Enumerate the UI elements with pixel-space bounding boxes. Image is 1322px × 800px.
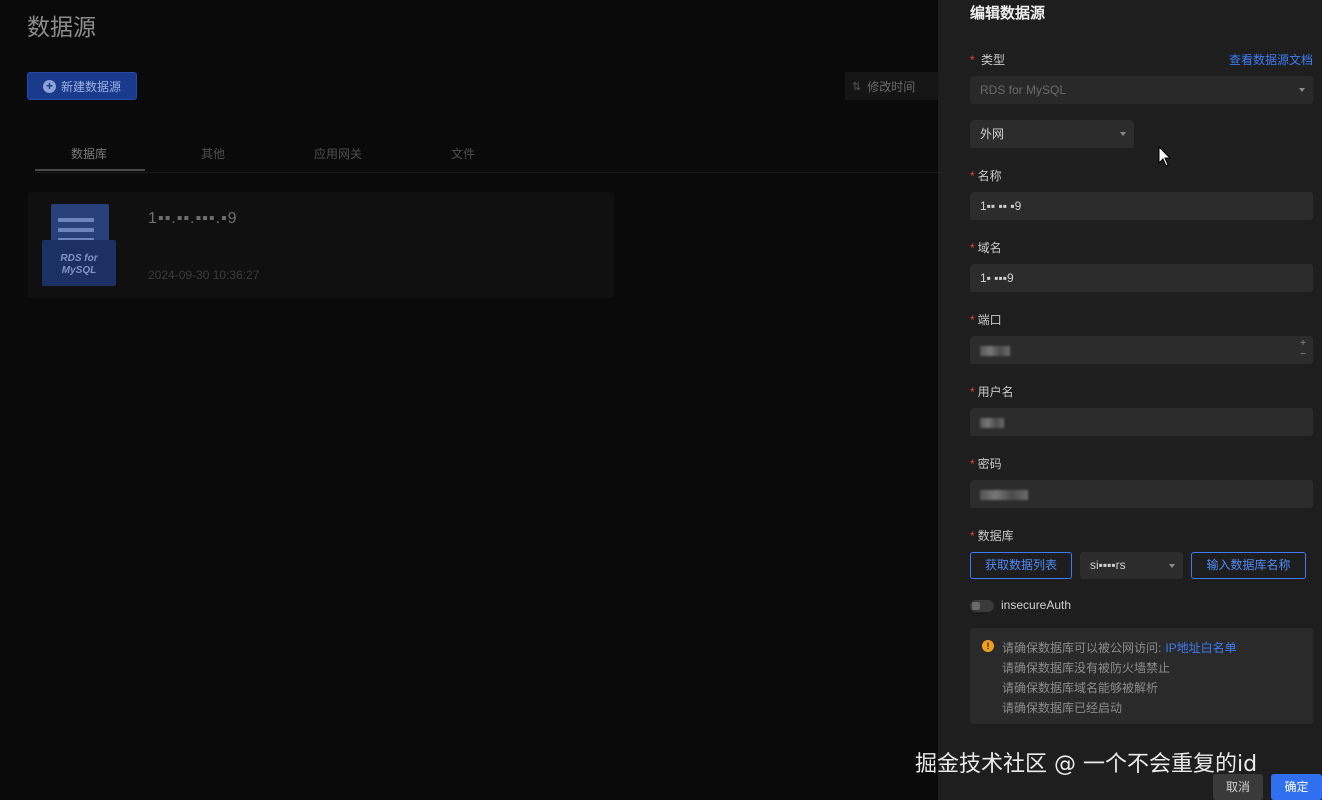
page-title: 数据源 [27, 14, 96, 40]
new-datasource-label: 新建数据源 [60, 79, 121, 94]
datasource-card[interactable]: RDS for MySQL 1▪▪.▪▪.▪▪▪.▪9 2024-09-30 1… [28, 192, 614, 298]
port-input[interactable]: + − [970, 336, 1313, 364]
database-select[interactable]: si▪▪▪▪rs [1080, 552, 1183, 579]
port-label: * 端口 [970, 313, 1002, 327]
name-label: * 名称 [970, 169, 1002, 183]
host-label: * 域名 [970, 241, 1002, 255]
datasource-name: 1▪▪.▪▪.▪▪▪.▪9 [148, 210, 238, 227]
required-mark: * [970, 53, 975, 67]
password-input[interactable] [970, 480, 1313, 508]
sort-dropdown[interactable]: ⇅ 修改时间 [845, 72, 938, 100]
tab-file[interactable]: 文件 [451, 145, 475, 162]
logo-text-line2: MySQL [61, 265, 97, 276]
new-datasource-button[interactable]: + 新建数据源 [27, 72, 137, 100]
logo-text-line1: RDS for [60, 253, 98, 264]
notice-line-3: 请确保数据库域名能够被解析 [1002, 681, 1159, 695]
mouse-cursor-icon [1158, 146, 1172, 167]
username-input[interactable] [970, 408, 1313, 436]
required-mark: * [970, 457, 975, 471]
warning-icon: ! [982, 640, 994, 652]
redacted-value [980, 345, 1010, 356]
enter-database-name-button[interactable]: 输入数据库名称 [1191, 552, 1306, 579]
chevron-down-icon [1169, 564, 1175, 568]
edit-datasource-drawer: 编辑数据源 * 类型 查看数据源文档 RDS for MySQL 外网 * 名称 … [938, 0, 1322, 800]
notice-line-4: 请确保数据库已经启动 [1002, 701, 1123, 715]
plus-circle-icon: + [42, 79, 56, 93]
tab-app-gateway[interactable]: 应用网关 [314, 145, 362, 162]
password-label: * 密码 [970, 457, 1002, 471]
redacted-value [980, 417, 1004, 428]
insecure-auth-toggle[interactable] [970, 600, 994, 612]
notice-line-1: 请确保数据库可以被公网访问: IP地址白名单 [1002, 641, 1237, 655]
required-mark: * [970, 313, 975, 327]
host-input[interactable]: 1▪ ▪▪▪9 [970, 264, 1313, 292]
type-select: RDS for MySQL [970, 76, 1313, 104]
tab-database[interactable]: 数据库 [71, 145, 107, 162]
ip-whitelist-link[interactable]: IP地址白名单 [1165, 641, 1236, 655]
rds-mysql-logo-icon: RDS for MySQL [42, 204, 118, 286]
insecure-auth-label: insecureAuth [1001, 598, 1072, 612]
network-select[interactable]: 外网 [970, 120, 1134, 148]
required-mark: * [970, 169, 975, 183]
sort-icon: ⇅ [852, 80, 862, 93]
required-mark: * [970, 241, 975, 255]
notice-line-2: 请确保数据库没有被防火墙禁止 [1002, 661, 1171, 675]
ok-button[interactable]: 确定 [1271, 774, 1322, 800]
chevron-down-icon [1120, 132, 1126, 136]
type-label: * 类型 [970, 53, 1006, 67]
drawer-title: 编辑数据源 [970, 5, 1046, 22]
sort-label: 修改时间 [867, 79, 916, 94]
datasource-list-area: 数据源 + 新建数据源 ⇅ 修改时间 数据库 其他 应用网关 文件 RDS fo… [0, 0, 938, 800]
required-mark: * [970, 385, 975, 399]
fetch-database-list-button[interactable]: 获取数据列表 [970, 552, 1072, 579]
connection-notice: ! 请确保数据库可以被公网访问: IP地址白名单 请确保数据库没有被防火墙禁止 请… [970, 628, 1313, 724]
datasource-modified-time: 2024-09-30 10:36:27 [148, 268, 260, 282]
username-label: * 用户名 [970, 385, 1014, 399]
view-docs-link[interactable]: 查看数据源文档 [1229, 51, 1313, 68]
tab-other[interactable]: 其他 [201, 145, 225, 162]
chevron-down-icon [1299, 88, 1305, 92]
watermark: 掘金技术社区 @ 一个不会重复的id [915, 752, 1258, 777]
active-tab-indicator [35, 169, 145, 171]
category-tabs: 数据库 其他 应用网关 文件 [35, 138, 938, 173]
name-input[interactable]: 1▪▪ ▪▪ ▪9 [970, 192, 1313, 220]
redacted-value [980, 489, 1028, 500]
database-label: * 数据库 [970, 529, 1014, 543]
cancel-button[interactable]: 取消 [1213, 774, 1263, 800]
required-mark: * [970, 529, 975, 543]
port-stepper[interactable]: + − [1300, 338, 1306, 360]
